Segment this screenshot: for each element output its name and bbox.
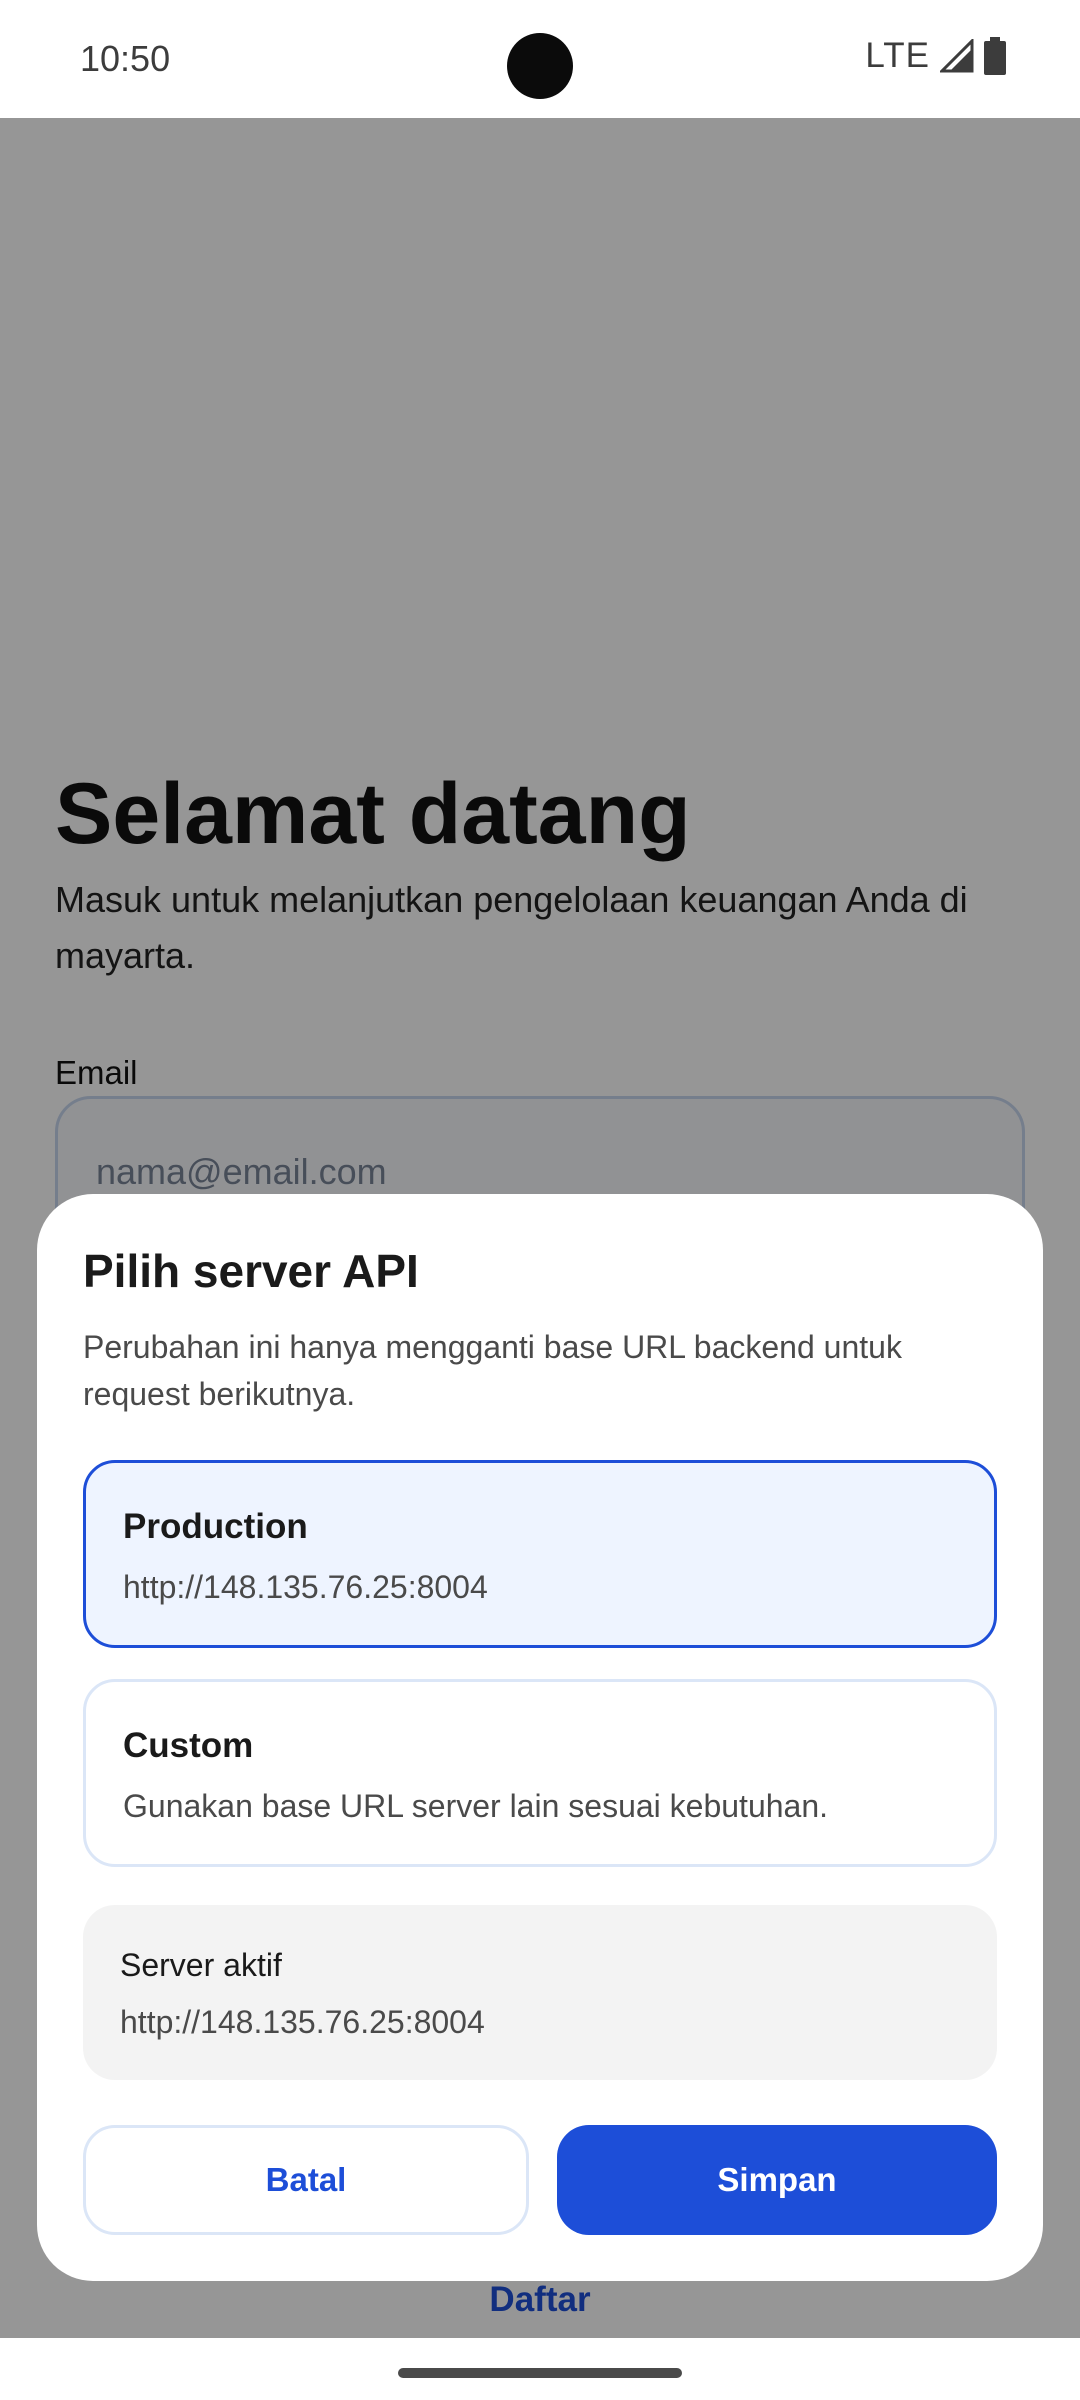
option-subtitle: Gunakan base URL server lain sesuai kebu…: [123, 1788, 829, 1824]
camera-cutout: [507, 33, 573, 99]
signal-icon: [940, 39, 974, 73]
dialog-title: Pilih server API: [83, 1245, 419, 1297]
option-custom[interactable]: Custom Gunakan base URL server lain sesu…: [83, 1679, 997, 1867]
option-title: Custom: [123, 1726, 254, 1765]
option-production[interactable]: Production http://148.135.76.25:8004: [83, 1460, 997, 1648]
active-server-url: http://148.135.76.25:8004: [120, 2004, 485, 2040]
dialog-description: Perubahan ini hanya mengganti base URL b…: [83, 1329, 902, 1412]
battery-icon: [984, 37, 1006, 75]
save-button[interactable]: Simpan: [557, 2125, 997, 2235]
server-select-dialog: Pilih server API Perubahan ini hanya men…: [37, 1194, 1043, 2281]
active-server-info: Server aktif http://148.135.76.25:8004: [83, 1905, 997, 2080]
option-subtitle: http://148.135.76.25:8004: [123, 1569, 488, 1605]
active-server-label: Server aktif: [120, 1947, 282, 1983]
status-bar: 10:50 LTE: [0, 0, 1080, 118]
option-title: Production: [123, 1507, 308, 1546]
navigation-bar: [0, 2338, 1080, 2400]
network-type-label: LTE: [865, 36, 930, 75]
status-time: 10:50: [80, 38, 171, 79]
home-gesture-handle[interactable]: [398, 2368, 682, 2378]
status-icons: LTE: [865, 36, 1006, 76]
cancel-button[interactable]: Batal: [83, 2125, 529, 2235]
